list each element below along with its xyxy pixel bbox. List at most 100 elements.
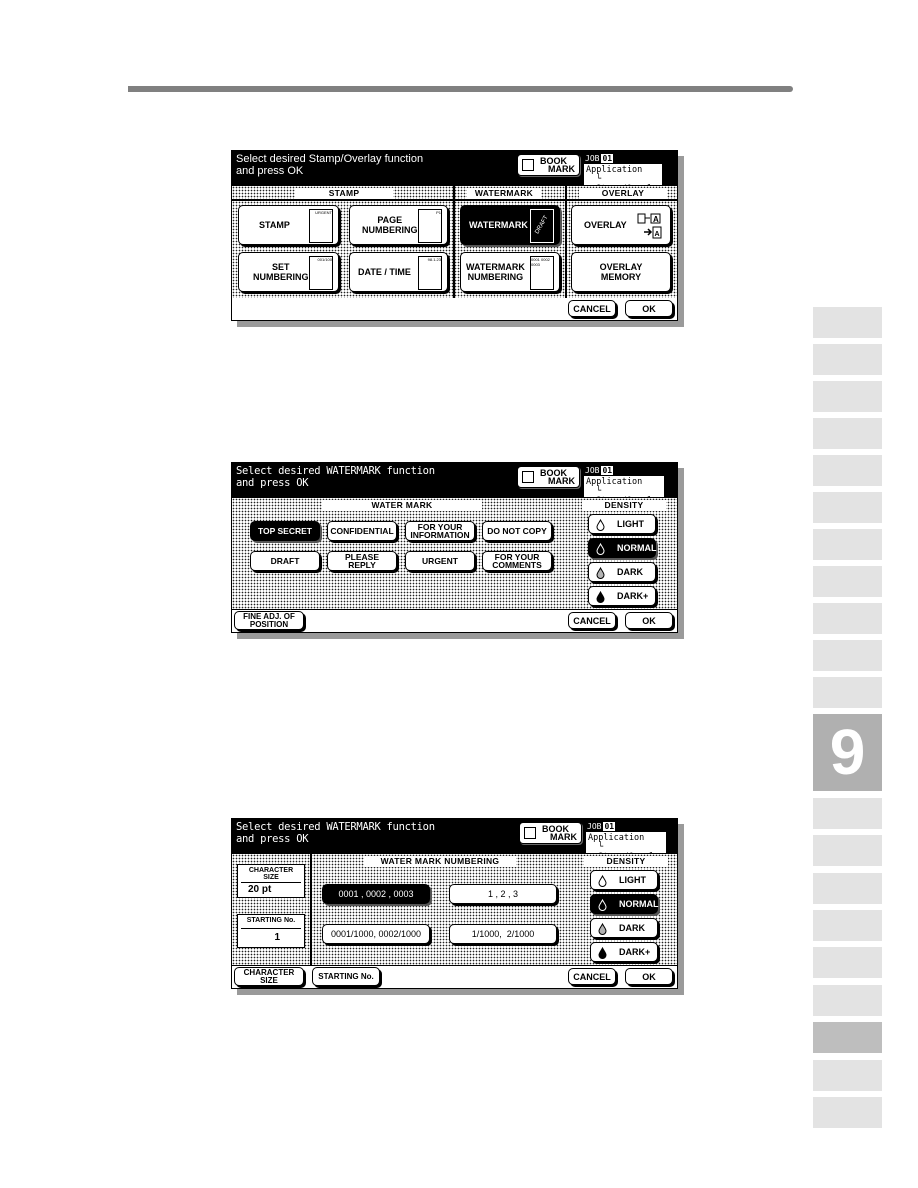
number-format-option[interactable]: 0001/1000, 0002/1000 bbox=[322, 924, 430, 944]
chapter-tab[interactable] bbox=[813, 640, 882, 671]
section-label-stamp: STAMP bbox=[295, 188, 393, 199]
ok-button[interactable]: OK bbox=[625, 612, 673, 629]
job-id: JOB 01 bbox=[583, 466, 616, 476]
divider bbox=[232, 199, 677, 201]
section-label-density: DENSITY bbox=[582, 500, 666, 511]
checkbox-icon bbox=[524, 827, 536, 839]
density-dark-plus-button[interactable]: DARK+ bbox=[590, 942, 658, 962]
starting-number-display: STARTING No. 1 bbox=[237, 914, 305, 948]
watermark-option-for-your-comments[interactable]: FOR YOUR COMMENTS bbox=[482, 551, 552, 571]
page-numbering-button[interactable]: PAGE NUMBERING P1 bbox=[349, 205, 448, 245]
density-dark-button[interactable]: DARK bbox=[590, 918, 658, 938]
watermark-option-please-reply[interactable]: PLEASE REPLY bbox=[327, 551, 397, 571]
fine-adjust-position-button[interactable]: FINE ADJ. OF POSITION bbox=[234, 611, 304, 630]
bookmark-button[interactable]: BOOK MARK bbox=[517, 466, 580, 488]
instruction-text: Select desired Stamp/Overlay function an… bbox=[236, 153, 424, 177]
ok-button[interactable]: OK bbox=[625, 300, 673, 317]
droplet-icon bbox=[596, 591, 605, 603]
number-format-option[interactable]: 1/1000, 2/1000 bbox=[449, 924, 557, 944]
watermark-option-draft[interactable]: DRAFT bbox=[250, 551, 320, 571]
job-info: JOB01 Application └ Stamp/Overlay bbox=[585, 822, 666, 862]
page-number-thumbnail-icon: P1 bbox=[418, 209, 442, 243]
section-label-watermark: WATERMARK bbox=[467, 188, 541, 199]
set-numbering-button[interactable]: SET NUMBERING 001/100 bbox=[238, 252, 339, 292]
number-format-option[interactable]: 1 , 2 , 3 bbox=[449, 884, 557, 904]
divider bbox=[453, 186, 455, 298]
density-light-button[interactable]: LIGHT bbox=[590, 870, 658, 890]
checkbox-icon bbox=[522, 471, 534, 483]
watermark-option-for-your-information[interactable]: FOR YOUR INFORMATION bbox=[405, 521, 475, 541]
watermark-option-confidential[interactable]: CONFIDENTIAL bbox=[327, 521, 397, 541]
chapter-tab[interactable] bbox=[813, 985, 882, 1016]
section-label-density: DENSITY bbox=[584, 856, 668, 867]
watermark-button[interactable]: WATERMARK DRAFT bbox=[460, 205, 560, 245]
job-info: JOB01 Application └ Stamp/Overlay bbox=[583, 466, 664, 506]
chapter-tab[interactable] bbox=[813, 344, 882, 375]
character-size-button[interactable]: CHARACTER SIZE bbox=[234, 967, 304, 986]
droplet-icon bbox=[596, 543, 605, 555]
chapter-tab[interactable] bbox=[813, 455, 882, 486]
section-label-numbering: WATER MARK NUMBERING bbox=[364, 856, 516, 867]
chapter-tab[interactable] bbox=[813, 418, 882, 449]
bookmark-button[interactable]: BOOK MARK bbox=[519, 822, 582, 844]
chapter-tab[interactable] bbox=[813, 910, 882, 941]
job-id: JOB 01 bbox=[585, 822, 618, 832]
chapter-tab[interactable] bbox=[813, 492, 882, 523]
footer-bar: FINE ADJ. OF POSITION CANCEL OK bbox=[232, 609, 677, 632]
date-time-button[interactable]: DATE / TIME 98.1.23 bbox=[349, 252, 448, 292]
character-size-display: CHARACTER SIZE 20 pt bbox=[237, 864, 305, 898]
chapter-tab[interactable] bbox=[813, 566, 882, 597]
chapter-tab[interactable] bbox=[813, 677, 882, 708]
droplet-icon bbox=[598, 923, 607, 935]
stamp-overlay-panel: Select desired Stamp/Overlay function an… bbox=[231, 150, 678, 321]
chapter-tab[interactable] bbox=[813, 873, 882, 904]
watermark-numbering-button[interactable]: WATERMARK NUMBERING 0001 0002 0003 bbox=[460, 252, 560, 292]
watermark-option-do-not-copy[interactable]: DO NOT COPY bbox=[482, 521, 552, 541]
starting-number-button[interactable]: STARTING No. bbox=[312, 967, 380, 986]
density-dark-plus-button[interactable]: DARK+ bbox=[588, 586, 656, 606]
chapter-tab[interactable] bbox=[813, 381, 882, 412]
cancel-button[interactable]: CANCEL bbox=[568, 300, 616, 317]
chapter-tab[interactable] bbox=[813, 798, 882, 829]
svg-text:A: A bbox=[655, 231, 660, 238]
droplet-icon bbox=[598, 899, 607, 911]
droplet-icon bbox=[596, 567, 605, 579]
watermark-option-top-secret[interactable]: TOP SECRET bbox=[250, 521, 320, 541]
chapter-tab[interactable] bbox=[813, 1060, 882, 1091]
stamp-thumbnail-icon: URGENT bbox=[309, 209, 333, 243]
stamp-button[interactable]: STAMP URGENT bbox=[238, 205, 339, 245]
density-normal-button[interactable]: NORMAL bbox=[588, 538, 657, 558]
chapter-tab[interactable] bbox=[813, 529, 882, 560]
chapter-tab[interactable] bbox=[813, 307, 882, 338]
footer-bar: CHARACTER SIZE STARTING No. CANCEL OK bbox=[232, 965, 677, 988]
footer-bar: CANCEL OK bbox=[232, 298, 677, 320]
density-normal-button[interactable]: NORMAL bbox=[590, 894, 659, 914]
droplet-icon bbox=[596, 519, 605, 531]
chapter-tab[interactable] bbox=[813, 1022, 882, 1053]
section-label-watermark: WATER MARK bbox=[322, 500, 482, 511]
draft-thumbnail-icon: DRAFT bbox=[530, 209, 554, 243]
divider bbox=[565, 186, 567, 298]
bookmark-button[interactable]: BOOK MARK bbox=[517, 154, 580, 176]
message-bar: Select desired WATERMARK function and pr… bbox=[232, 819, 677, 862]
cancel-button[interactable]: CANCEL bbox=[568, 612, 616, 629]
overlay-memory-button[interactable]: OVERLAY MEMORY bbox=[571, 252, 671, 292]
chapter-tab[interactable] bbox=[813, 603, 882, 634]
droplet-icon bbox=[598, 875, 607, 887]
message-bar: Select desired Stamp/Overlay function an… bbox=[232, 151, 677, 194]
droplet-icon bbox=[598, 947, 607, 959]
number-format-option[interactable]: 0001 , 0002 , 0003 bbox=[322, 884, 430, 904]
chapter-tab[interactable] bbox=[813, 947, 882, 978]
instruction-text: Select desired WATERMARK function and pr… bbox=[236, 821, 435, 845]
overlay-button[interactable]: OVERLAY A A bbox=[571, 205, 671, 245]
chapter-tab[interactable] bbox=[813, 1097, 882, 1128]
watermark-option-urgent[interactable]: URGENT bbox=[405, 551, 475, 571]
character-size-value: 20 pt bbox=[248, 884, 272, 895]
chapter-tab[interactable] bbox=[813, 835, 882, 866]
density-light-button[interactable]: LIGHT bbox=[588, 514, 656, 534]
cancel-button[interactable]: CANCEL bbox=[568, 968, 616, 985]
ok-button[interactable]: OK bbox=[625, 968, 673, 985]
density-dark-button[interactable]: DARK bbox=[588, 562, 656, 582]
overlay-merge-icon: A A bbox=[637, 213, 662, 239]
chapter-tab-current[interactable]: 9 bbox=[813, 714, 882, 791]
